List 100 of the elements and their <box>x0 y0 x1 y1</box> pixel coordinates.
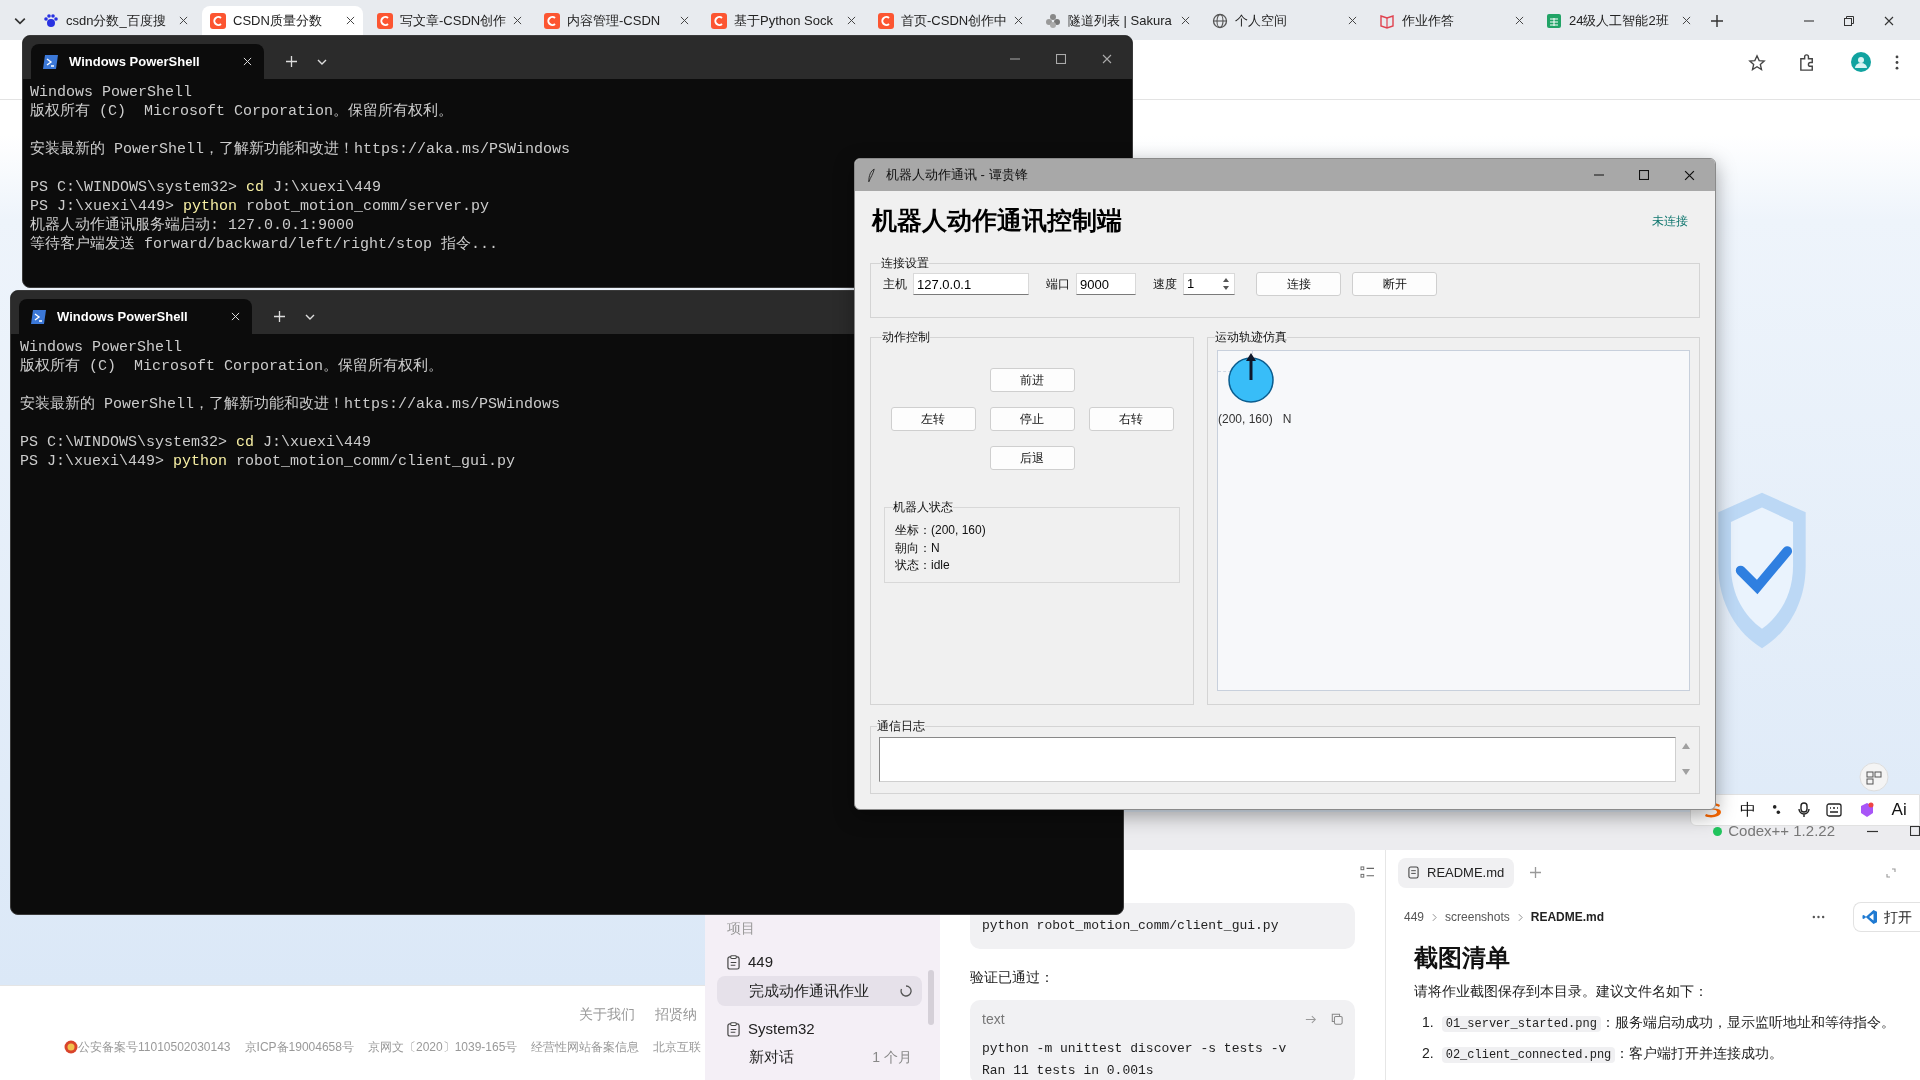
tab-label: 作业作答 <box>1402 11 1455 30</box>
breadcrumb-item[interactable]: README.md <box>1530 908 1605 926</box>
list-item-text: 02_client_connected.png ：客户端打开并连接成功。 <box>1441 1043 1784 1064</box>
chat-item[interactable]: 新对话 1 个月 <box>717 1042 922 1072</box>
c-logo-icon <box>210 12 226 29</box>
robot-marker <box>1227 352 1275 404</box>
globe-icon <box>1212 12 1228 29</box>
menu-icon[interactable] <box>1895 55 1899 70</box>
close-icon[interactable] <box>1181 16 1190 25</box>
action-button[interactable]: 左转 <box>890 407 976 431</box>
book-icon <box>1379 12 1395 29</box>
browser-tab[interactable]: 24级人工智能2班 <box>1538 6 1699 35</box>
browser-tab[interactable]: csdn分数_百度搜 <box>35 6 196 35</box>
star-icon[interactable] <box>1748 54 1766 72</box>
close-icon[interactable] <box>1684 169 1695 181</box>
maximize-icon[interactable] <box>1639 169 1649 180</box>
keyboard-icon[interactable] <box>1826 803 1843 817</box>
action-button[interactable]: 停止 <box>989 407 1075 431</box>
flower-icon <box>1045 12 1061 29</box>
connection-status: 未连接 <box>1652 213 1688 230</box>
browser-tab[interactable]: 个人空间 <box>1204 6 1365 35</box>
document-icon <box>1408 866 1419 879</box>
close-icon[interactable] <box>1884 16 1894 26</box>
close-icon[interactable] <box>346 16 355 25</box>
close-icon[interactable] <box>1682 16 1691 25</box>
maximize-icon[interactable] <box>1056 54 1066 64</box>
tab-label: 内容管理-CSDN <box>567 11 662 30</box>
group-title: 机器人状态 <box>893 499 953 516</box>
breadcrumb-item[interactable]: 449 <box>1404 908 1425 926</box>
action-button[interactable]: 连接 <box>1256 272 1341 296</box>
tab-label: 基于Python Sock <box>734 11 834 30</box>
chat-item[interactable]: 完成动作通讯作业 <box>717 976 922 1006</box>
clipboard-icon <box>727 1021 740 1037</box>
browser-tab[interactable]: 隧道列表 | Sakura <box>1037 6 1198 35</box>
terminal-line: 版权所有 (C) Microsoft Corporation。保留所有权利。 <box>20 357 444 376</box>
tab-label: 个人空间 <box>1235 11 1288 30</box>
browser-tab[interactable]: 内容管理-CSDN <box>536 6 697 35</box>
action-button[interactable]: 右转 <box>1088 407 1174 431</box>
terminal-line: PS C:\WINDOWS\system32> cd J:\xuexi\449 <box>30 178 382 197</box>
breadcrumb-item[interactable]: screenshots <box>1445 908 1510 926</box>
skin-icon[interactable] <box>1859 802 1875 818</box>
browser-tab[interactable]: 基于Python Sock <box>703 6 864 35</box>
spin-box[interactable]: 1 <box>1183 273 1235 295</box>
dropdown-icon[interactable] <box>305 312 315 322</box>
maximize-icon[interactable] <box>1910 826 1920 836</box>
close-icon[interactable] <box>513 16 522 25</box>
log-text-area[interactable] <box>879 737 1676 782</box>
restore-icon[interactable] <box>1844 16 1854 26</box>
group-title: 运动轨迹仿真 <box>1215 329 1287 346</box>
punctuation-icon[interactable] <box>1772 803 1782 817</box>
chevron-right-icon <box>1517 912 1523 922</box>
status-dot-icon <box>1713 826 1723 836</box>
code-text: python -m unittest discover -s tests -v Ran 11 tests in 0.001s <box>982 1040 1288 1080</box>
action-button[interactable]: 后退 <box>989 446 1075 470</box>
terminal-tab[interactable]: Windows PowerShell <box>19 299 252 334</box>
feather-icon <box>867 167 876 183</box>
language-toggle[interactable]: 中 <box>1739 798 1756 822</box>
group-title: 通信日志 <box>877 718 925 735</box>
spreadsheet-icon <box>1546 12 1562 29</box>
input-field[interactable]: 127.0.0.1 <box>913 273 1029 295</box>
new-tab-button[interactable] <box>1711 15 1723 27</box>
close-icon[interactable] <box>1102 54 1112 64</box>
action-button[interactable]: 断开 <box>1352 272 1437 296</box>
list-icon[interactable] <box>1360 866 1375 879</box>
terminal-line: PS J:\xuexi\449> python robot_motion_comm/client_gui.py <box>20 452 516 471</box>
tab-label: csdn分数_百度搜 <box>66 11 167 30</box>
tab-label: 隧道列表 | Sakura <box>1068 11 1173 30</box>
terminal-tab[interactable]: Windows PowerShell <box>31 44 264 79</box>
open-button[interactable]: 打开 <box>1853 902 1920 932</box>
browser-tab[interactable]: 作业作答 <box>1371 6 1532 35</box>
c-logo-icon <box>878 12 894 29</box>
close-icon[interactable] <box>1515 16 1524 25</box>
editor-logo-icon <box>1862 909 1878 925</box>
app-heading: 机器人动作通讯控制端 <box>872 205 1122 237</box>
close-icon[interactable] <box>680 16 689 25</box>
project-item[interactable]: System32 <box>717 1015 922 1043</box>
tab-label: 写文章-CSDN创作 <box>400 11 506 30</box>
tab-list-button[interactable] <box>14 15 26 27</box>
browser-tab[interactable]: 写文章-CSDN创作 <box>369 6 530 35</box>
dropdown-icon[interactable] <box>317 57 327 67</box>
more-icon[interactable] <box>1812 915 1825 919</box>
terminal-line: 安装最新的 PowerShell，了解新功能和改进！https://aka.ms/PSWindows <box>30 140 571 159</box>
project-item[interactable]: 449 <box>717 949 922 977</box>
browser-tab[interactable]: 首页-CSDN创作中 <box>870 6 1031 35</box>
browser-tab[interactable]: CSDN质量分数 <box>202 6 363 35</box>
document-tab[interactable]: README.md <box>1398 857 1515 888</box>
microphone-icon[interactable] <box>1797 802 1810 818</box>
avatar-icon[interactable] <box>1851 52 1871 72</box>
close-icon[interactable] <box>179 16 188 25</box>
close-icon[interactable] <box>1014 16 1023 25</box>
input-field[interactable]: 9000 <box>1076 273 1136 295</box>
action-button[interactable]: 前进 <box>989 368 1075 392</box>
terminal-line: PS J:\xuexi\449> python robot_motion_comm/server.py <box>30 197 490 216</box>
group-title: 动作控制 <box>882 329 930 346</box>
code-text: python robot_motion_comm/client_gui.py <box>982 917 1280 935</box>
close-icon[interactable] <box>1348 16 1357 25</box>
close-icon[interactable] <box>847 16 856 25</box>
ai-button[interactable]: Ai <box>1891 797 1907 823</box>
copy-icon[interactable] <box>1331 1013 1343 1025</box>
status-line: 坐标：(200, 160) <box>895 522 987 539</box>
